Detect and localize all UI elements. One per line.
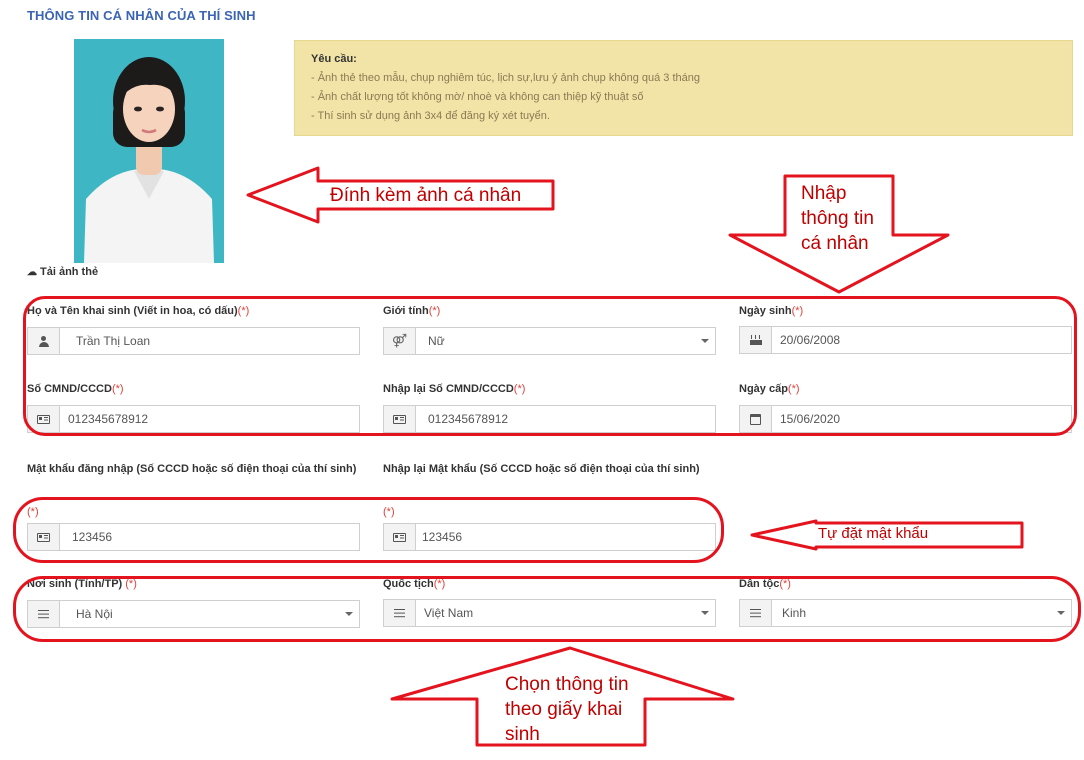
- enter-info-annotation: Nhập thông tin cá nhân: [801, 183, 874, 254]
- choose-info-annotation: Chọn thông tin theo giấy khai sinh: [505, 674, 629, 745]
- attach-photo-annotation: Đính kèm ảnh cá nhân: [330, 185, 522, 206]
- set-password-annotation: Tự đặt mật khẩu: [818, 525, 929, 542]
- annotation-arrows: [246, 166, 1024, 747]
